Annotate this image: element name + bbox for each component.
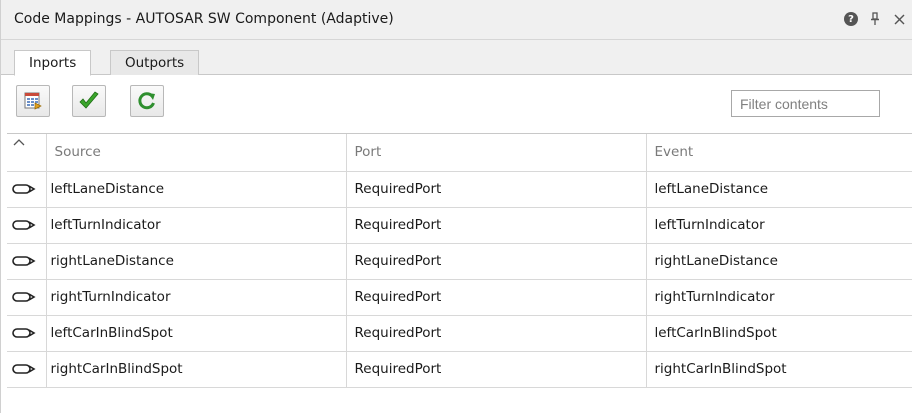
close-icon[interactable] <box>891 11 907 27</box>
table-header-row: Source Port Event <box>7 134 912 172</box>
refresh-icon <box>138 92 155 110</box>
toolbar <box>1 75 912 133</box>
map-button[interactable] <box>16 85 50 117</box>
port-cell[interactable]: RequiredPort <box>346 171 647 208</box>
pin-icon[interactable] <box>867 11 883 27</box>
column-header-port[interactable]: Port <box>346 134 647 172</box>
table-row[interactable]: leftCarInBlindSpot RequiredPort leftCarInB… <box>7 315 912 352</box>
panel-title: Code Mappings - AUTOSAR SW Component (Ad… <box>14 11 394 27</box>
tab-strip: Inports Outports <box>1 40 912 76</box>
panel-footer <box>1 398 912 413</box>
sort-column-header[interactable] <box>7 134 47 172</box>
row-type-cell <box>7 171 47 208</box>
row-type-cell <box>7 207 47 244</box>
source-cell[interactable]: leftLaneDistance <box>46 171 347 208</box>
table-row[interactable]: rightTurnIndicator RequiredPort rightTurnI… <box>7 279 912 316</box>
validate-icon <box>79 91 99 109</box>
row-type-cell <box>7 279 47 316</box>
table-row[interactable]: leftTurnIndicator RequiredPort leftTurnInd… <box>7 207 912 244</box>
tab-inports[interactable]: Inports <box>14 50 92 76</box>
port-cell[interactable]: RequiredPort <box>346 207 647 244</box>
help-icon[interactable]: ? <box>843 11 859 27</box>
inport-icon <box>12 328 36 338</box>
table-row[interactable]: rightLaneDistance RequiredPort rightLaneDi… <box>7 243 912 280</box>
source-cell[interactable]: leftCarInBlindSpot <box>46 315 347 352</box>
row-type-cell <box>7 315 47 352</box>
event-cell[interactable]: leftCarInBlindSpot <box>646 315 912 352</box>
filter-input[interactable] <box>731 90 880 117</box>
event-cell[interactable]: rightLaneDistance <box>646 243 912 280</box>
row-type-cell <box>7 243 47 280</box>
tab-outports[interactable]: Outports <box>110 50 200 75</box>
source-cell[interactable]: rightLaneDistance <box>46 243 347 280</box>
title-icons: ? <box>843 11 907 27</box>
inport-icon <box>12 184 36 194</box>
column-header-event[interactable]: Event <box>646 134 912 172</box>
map-icon <box>24 92 42 110</box>
mappings-table: Source Port Event leftLaneDistance Requir… <box>7 133 912 398</box>
event-cell[interactable]: leftLaneDistance <box>646 171 912 208</box>
inport-icon <box>12 256 36 266</box>
source-cell[interactable]: rightCarInBlindSpot <box>46 351 347 388</box>
refresh-button[interactable] <box>130 85 164 117</box>
title-bar: Code Mappings - AUTOSAR SW Component (Ad… <box>1 0 912 40</box>
row-type-cell <box>7 351 47 388</box>
sort-ascending-icon <box>13 139 25 146</box>
event-cell[interactable]: rightCarInBlindSpot <box>646 351 912 388</box>
table-row[interactable]: rightCarInBlindSpot RequiredPort rightCarI… <box>7 351 912 388</box>
source-cell[interactable]: rightTurnIndicator <box>46 279 347 316</box>
event-cell[interactable]: rightTurnIndicator <box>646 279 912 316</box>
column-header-source[interactable]: Source <box>46 134 347 172</box>
port-cell[interactable]: RequiredPort <box>346 243 647 280</box>
code-mappings-panel: Code Mappings - AUTOSAR SW Component (Ad… <box>0 0 912 413</box>
source-cell[interactable]: leftTurnIndicator <box>46 207 347 244</box>
port-cell[interactable]: RequiredPort <box>346 315 647 352</box>
table-row[interactable]: leftLaneDistance RequiredPort leftLaneDist… <box>7 171 912 208</box>
port-cell[interactable]: RequiredPort <box>346 279 647 316</box>
inport-icon <box>12 292 36 302</box>
inport-icon <box>12 220 36 230</box>
port-cell[interactable]: RequiredPort <box>346 351 647 388</box>
inport-icon <box>12 364 36 374</box>
validate-button[interactable] <box>72 85 106 117</box>
event-cell[interactable]: leftTurnIndicator <box>646 207 912 244</box>
